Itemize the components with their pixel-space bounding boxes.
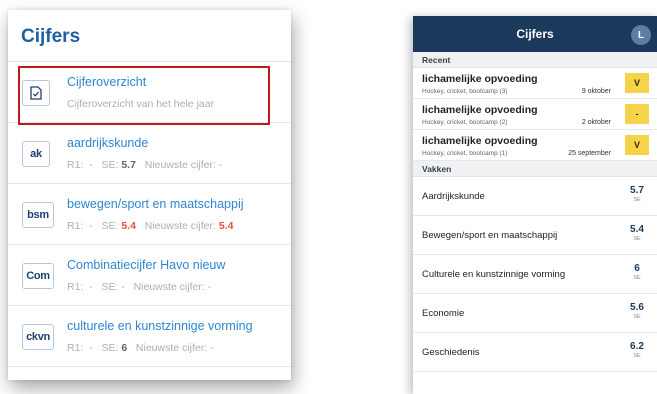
subject-grade: 6.2 SE	[630, 341, 644, 359]
subject-grade: 5.7 SE	[630, 185, 644, 203]
subject-row[interactable]: Culturele en kunstzinnige vorming 6 SE	[413, 255, 657, 294]
grade-badge: -	[625, 104, 649, 124]
recent-grade-row[interactable]: lichamelijke opvoeding Hockey, cricket, …	[413, 68, 657, 99]
subject-row[interactable]: Aardrijkskunde 5.7 SE	[413, 177, 657, 216]
recent-subject: lichamelijke opvoeding	[422, 73, 538, 85]
avatar[interactable]: L	[631, 25, 651, 45]
item-title: bewegen/sport en maatschappij	[67, 197, 244, 211]
subject-abbrev-icon: ak	[22, 141, 50, 167]
subject-row[interactable]: Geschiedenis 6.2 SE	[413, 333, 657, 372]
se-grade: 5.7	[121, 159, 136, 171]
subject-name: Economie	[422, 308, 465, 319]
screen-title: Cijfers	[516, 27, 554, 41]
recent-grade-row[interactable]: lichamelijke opvoeding Hockey, cricket, …	[413, 99, 657, 130]
subject-row[interactable]: Bewegen/sport en maatschappij 5.4 SE	[413, 216, 657, 255]
recent-description: Hockey, cricket, bootcamp (2)	[422, 119, 508, 126]
subject-grade: 5.6 SE	[630, 302, 644, 320]
se-grade: 5.4	[121, 220, 136, 232]
latest-grade: 5.4	[218, 220, 234, 232]
recent-subject: lichamelijke opvoeding	[422, 135, 538, 147]
page-title: Cijfers	[21, 26, 81, 47]
item-grades: R1: - SE: 5.4 Nieuwste cijfer: 5.4	[67, 220, 234, 232]
recent-subject: lichamelijke opvoeding	[422, 104, 538, 116]
subject-name: Culturele en kunstzinnige vorming	[422, 269, 566, 280]
recent-description: Hockey, cricket, bootcamp (3)	[422, 88, 508, 95]
grade-badge: V	[625, 73, 649, 93]
recent-date: 25 september	[568, 150, 611, 157]
recent-description: Hockey, cricket, bootcamp (1)	[422, 150, 508, 157]
subject-name: Bewegen/sport en maatschappij	[422, 230, 558, 241]
top-bar: Cijfers L	[413, 16, 657, 52]
grade-overview-icon	[22, 80, 50, 106]
subject-grade: 5.4 SE	[630, 224, 644, 242]
subject-row[interactable]: Economie 5.6 SE	[413, 294, 657, 333]
subject-name: Aardrijkskunde	[422, 191, 485, 202]
item-subtitle: Cijferoverzicht van het hele jaar	[67, 98, 215, 110]
recent-grade-row[interactable]: lichamelijke opvoeding Hockey, cricket, …	[413, 130, 657, 161]
subject-grade: 6 SE	[633, 263, 641, 281]
list-item-aardrijkskunde[interactable]: ak aardrijkskunde R1: - SE: 5.7 Nieuwste…	[8, 123, 291, 184]
list-item-bewegen-sport[interactable]: bsm bewegen/sport en maatschappij R1: - …	[8, 184, 291, 245]
subject-abbrev-icon: ckvn	[22, 324, 54, 350]
subject-abbrev-icon: Com	[22, 263, 54, 289]
item-title: culturele en kunstzinnige vorming	[67, 319, 253, 333]
item-grades: R1: - SE: - Nieuwste cijfer: -	[67, 281, 212, 293]
item-grades: R1: - SE: 6 Nieuwste cijfer: -	[67, 342, 214, 354]
recent-date: 9 oktober	[581, 88, 611, 95]
list-item-combinatiecijfer[interactable]: Com Combinatiecijfer Havo nieuw R1: - SE…	[8, 245, 291, 306]
mobile-grades-panel: Cijfers L Recent lichamelijke opvoeding …	[413, 16, 657, 394]
section-header-recent: Recent	[413, 52, 657, 68]
subject-abbrev-icon: bsm	[22, 202, 54, 228]
se-grade: 6	[121, 342, 128, 354]
recent-date: 2 oktober	[581, 119, 611, 126]
section-header-subjects: Vakken	[413, 161, 657, 177]
item-grades: R1: - SE: 5.7 Nieuwste cijfer: -	[67, 159, 223, 171]
list-item-ckv[interactable]: ckvn culturele en kunstzinnige vorming R…	[8, 306, 291, 367]
subject-name: Geschiedenis	[422, 347, 480, 358]
grade-badge: V	[625, 135, 649, 155]
list-item-cijferoverzicht[interactable]: Cijferoverzicht Cijferoverzicht van het …	[8, 62, 291, 123]
panel-header: Cijfers	[8, 10, 291, 62]
web-grades-panel: Cijfers Cijferoverzicht Cijferoverzicht …	[8, 10, 291, 380]
item-title: Cijferoverzicht	[67, 75, 147, 89]
item-title: aardrijkskunde	[67, 136, 149, 150]
item-title: Combinatiecijfer Havo nieuw	[67, 258, 226, 272]
